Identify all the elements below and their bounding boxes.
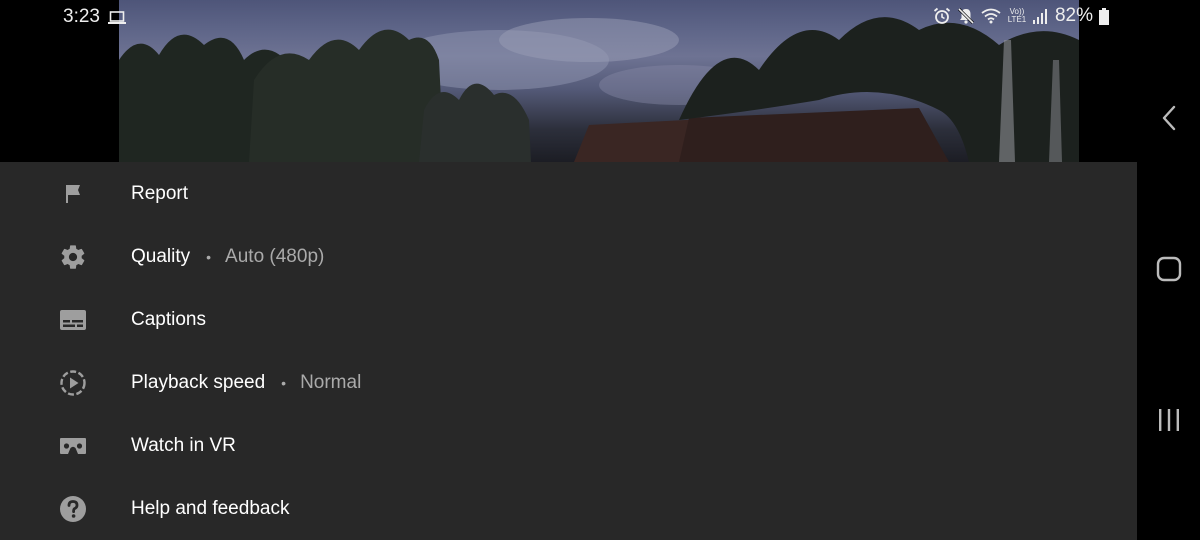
volte-text: Vo)) LTE1 — [1007, 7, 1027, 24]
status-time: 3:23 — [63, 6, 100, 27]
overflow-menu-sheet: Report Quality • Auto (480p) Captions Pl… — [0, 162, 1137, 540]
menu-item-playback-speed[interactable]: Playback speed • Normal — [0, 351, 1137, 414]
menu-item-label: Watch in VR — [131, 434, 236, 456]
alarm-icon — [933, 7, 951, 25]
menu-item-quality[interactable]: Quality • Auto (480p) — [0, 225, 1137, 288]
menu-item-captions[interactable]: Captions — [0, 288, 1137, 351]
back-button[interactable] — [1151, 102, 1187, 138]
gear-icon — [58, 242, 88, 272]
menu-item-label-group: Playback speed • Normal — [131, 372, 361, 394]
help-icon — [58, 494, 88, 524]
screen: 3:23 Vo)) LTE1 82% Report Quality • Auto… — [0, 0, 1200, 540]
menu-item-watch-in-vr[interactable]: Watch in VR — [0, 414, 1137, 477]
menu-separator: • — [206, 248, 212, 265]
quality-value: Auto (480p) — [225, 245, 325, 267]
menu-item-label: Captions — [131, 308, 206, 330]
menu-item-label: Playback speed — [131, 371, 266, 393]
home-button[interactable] — [1151, 253, 1187, 289]
captions-icon — [58, 305, 88, 335]
wifi-icon — [981, 8, 1001, 24]
mute-icon — [957, 7, 975, 25]
volte-icon: Vo)) LTE1 — [1007, 8, 1027, 24]
status-icons: Vo)) LTE1 82% — [933, 5, 1109, 27]
vr-headset-icon — [58, 431, 88, 461]
status-bar: 3:23 Vo)) LTE1 82% — [0, 0, 1137, 32]
home-icon — [1156, 256, 1182, 287]
menu-item-label-group: Quality • Auto (480p) — [131, 246, 324, 268]
menu-item-label: Quality — [131, 245, 191, 267]
playback-speed-value: Normal — [300, 371, 362, 393]
navigation-bar — [1137, 0, 1200, 540]
back-icon — [1161, 105, 1177, 136]
signal-icon — [1032, 8, 1047, 24]
menu-item-label: Report — [131, 182, 189, 204]
menu-separator: • — [281, 374, 287, 391]
battery-icon — [1099, 7, 1109, 25]
recents-icon — [1156, 408, 1182, 437]
playback-speed-icon — [58, 368, 88, 398]
laptop-icon — [108, 9, 126, 31]
menu-item-help-and-feedback[interactable]: Help and feedback — [0, 477, 1137, 540]
battery-percent: 82% — [1054, 5, 1093, 26]
menu-item-label: Help and feedback — [131, 497, 290, 519]
flag-icon — [58, 179, 88, 209]
menu-item-report[interactable]: Report — [0, 162, 1137, 225]
recents-button[interactable] — [1151, 404, 1187, 440]
